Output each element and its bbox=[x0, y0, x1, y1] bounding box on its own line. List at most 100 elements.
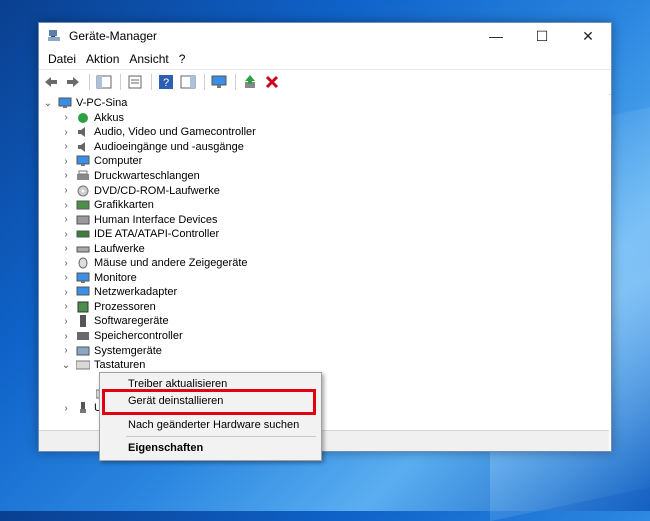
mouse-icon bbox=[76, 257, 90, 269]
tree-item-audioeingänge-und-ausgänge[interactable]: › Audioeingänge und -ausgänge bbox=[61, 140, 244, 155]
tree-item-systemgeräte[interactable]: › Systemgeräte bbox=[61, 343, 162, 358]
chevron-right-icon[interactable]: › bbox=[61, 111, 71, 125]
tree-item-human-interface-devices[interactable]: › Human Interface Devices bbox=[61, 212, 218, 227]
tree-root[interactable]: ⌄ V-PC-Sina bbox=[43, 96, 128, 111]
tree-item-grafikkarten[interactable]: › Grafikkarten bbox=[61, 198, 154, 213]
tree-item-monitore[interactable]: › Monitore bbox=[61, 271, 136, 286]
minimize-button[interactable]: — bbox=[473, 23, 519, 49]
tree-item-label: DVD/CD-ROM-Laufwerke bbox=[94, 184, 220, 197]
tree-item-label: Laufwerke bbox=[94, 242, 145, 255]
title-bar[interactable]: Geräte-Manager — ☐ ✕ bbox=[39, 23, 611, 49]
system-icon bbox=[76, 345, 90, 357]
chevron-right-icon[interactable]: › bbox=[61, 140, 71, 154]
context-menu: Treiber aktualisieren Gerät deinstallier… bbox=[99, 372, 322, 461]
storage-icon bbox=[76, 330, 90, 342]
drive-icon bbox=[76, 243, 90, 255]
tree-item-laufwerke[interactable]: › Laufwerke bbox=[61, 241, 145, 256]
chevron-right-icon[interactable]: › bbox=[61, 154, 71, 168]
window-title: Geräte-Manager bbox=[69, 29, 158, 43]
speaker-icon bbox=[76, 141, 90, 153]
tree-item-label: Prozessoren bbox=[94, 300, 156, 313]
tree-item-label: Computer bbox=[94, 155, 143, 168]
hid-icon bbox=[76, 214, 90, 226]
tree-item-tastaturen[interactable]: ⌄ Tastaturen bbox=[61, 358, 146, 373]
tree-item-audio-video-und-gamecontroller[interactable]: › Audio, Video und Gamecontroller bbox=[61, 125, 256, 140]
tree-item-ide-ata-atapi-controller[interactable]: › IDE ATA/ATAPI-Controller bbox=[61, 227, 219, 242]
computer-icon bbox=[58, 97, 72, 109]
properties-icon[interactable] bbox=[125, 72, 145, 92]
update-driver-icon[interactable] bbox=[240, 72, 260, 92]
uninstall-device-icon[interactable] bbox=[262, 72, 282, 92]
show-hide-console-tree-icon[interactable] bbox=[94, 72, 114, 92]
tree-item-softwaregeräte[interactable]: › Softwaregeräte bbox=[61, 314, 169, 329]
disc-icon bbox=[76, 185, 90, 197]
menu-item-label: Eigenschaften bbox=[128, 442, 204, 454]
chevron-right-icon[interactable]: › bbox=[61, 401, 71, 415]
tree-item-mäuse-und-andere-zeigegeräte[interactable]: › Mäuse und andere Zeigegeräte bbox=[61, 256, 248, 271]
chevron-right-icon[interactable]: › bbox=[61, 198, 71, 212]
highlight-box bbox=[102, 389, 316, 415]
tree-item-prozessoren[interactable]: › Prozessoren bbox=[61, 300, 156, 315]
tree-item-label: Speichercontroller bbox=[94, 330, 183, 342]
tree-item-akkus[interactable]: › Akkus bbox=[61, 111, 124, 126]
tree-item-label: Audioeingänge und -ausgänge bbox=[94, 140, 244, 153]
chevron-right-icon[interactable]: › bbox=[61, 300, 71, 314]
keyboard-icon bbox=[76, 359, 90, 371]
tree-item-label: Softwaregeräte bbox=[94, 315, 169, 328]
tree-item-label: IDE ATA/ATAPI-Controller bbox=[94, 228, 220, 241]
tree-item-label: Audio, Video und Gamecontroller bbox=[94, 126, 256, 139]
chevron-down-icon[interactable]: ⌄ bbox=[61, 358, 71, 372]
chevron-right-icon[interactable]: › bbox=[61, 271, 71, 285]
device-manager-app-icon bbox=[47, 29, 61, 43]
back-arrow-icon[interactable] bbox=[41, 72, 61, 92]
battery-icon bbox=[76, 112, 90, 124]
tree-item-speichercontroller[interactable]: › Speichercontroller bbox=[61, 329, 183, 344]
help-icon[interactable]: ? bbox=[156, 72, 176, 92]
menu-bar: Datei Aktion Ansicht ? bbox=[39, 49, 611, 69]
software-device-icon bbox=[76, 315, 90, 328]
usb-icon bbox=[76, 402, 90, 414]
display-adapter-icon bbox=[76, 199, 90, 211]
monitor-icon bbox=[76, 155, 90, 167]
tree-item-netzwerkadapter[interactable]: › Netzwerkadapter bbox=[61, 285, 177, 300]
toolbar: ? bbox=[39, 69, 611, 95]
chevron-right-icon[interactable]: › bbox=[61, 213, 71, 227]
chevron-right-icon[interactable]: › bbox=[61, 329, 71, 343]
chevron-right-icon[interactable]: › bbox=[61, 242, 71, 256]
chevron-right-icon[interactable]: › bbox=[61, 285, 71, 299]
menu-item-properties[interactable]: Eigenschaften bbox=[100, 439, 321, 457]
toolbar-separator bbox=[89, 74, 90, 90]
tree-item-computer[interactable]: › Computer bbox=[61, 154, 142, 169]
tree-item-dvd-cd-rom-laufwerke[interactable]: › DVD/CD-ROM-Laufwerke bbox=[61, 183, 220, 198]
tree-item-druckwarteschlangen[interactable]: › Druckwarteschlangen bbox=[61, 169, 199, 184]
tree-item-label: Human Interface Devices bbox=[94, 213, 218, 226]
chevron-right-icon[interactable]: › bbox=[61, 314, 71, 328]
tree-item-label: Systemgeräte bbox=[94, 344, 162, 357]
menu-help[interactable]: ? bbox=[174, 52, 191, 66]
menu-ansicht[interactable]: Ansicht bbox=[124, 52, 173, 66]
close-button[interactable]: ✕ bbox=[565, 23, 611, 49]
chevron-right-icon[interactable]: › bbox=[61, 169, 71, 183]
toolbar-separator bbox=[204, 74, 205, 90]
chevron-right-icon[interactable]: › bbox=[61, 256, 71, 270]
controller-icon bbox=[76, 228, 90, 240]
forward-arrow-icon[interactable] bbox=[63, 72, 83, 92]
menu-item-label: Nach geänderter Hardware suchen bbox=[128, 419, 300, 431]
tree-item-label: Akkus bbox=[94, 111, 124, 124]
menu-aktion[interactable]: Aktion bbox=[81, 52, 124, 66]
monitor-icon bbox=[76, 272, 90, 284]
chevron-right-icon[interactable]: › bbox=[61, 344, 71, 358]
scan-hardware-monitor-icon[interactable] bbox=[209, 72, 229, 92]
chevron-down-icon[interactable]: ⌄ bbox=[43, 96, 53, 110]
tree-item-label: Mäuse und andere Zeigegeräte bbox=[94, 257, 248, 270]
menu-datei[interactable]: Datei bbox=[43, 52, 81, 66]
action-pane-icon[interactable] bbox=[178, 72, 198, 92]
toolbar-separator bbox=[120, 74, 121, 90]
chevron-right-icon[interactable]: › bbox=[61, 184, 71, 198]
chevron-right-icon[interactable]: › bbox=[61, 227, 71, 241]
svg-text:?: ? bbox=[163, 77, 169, 89]
menu-item-scan-hardware[interactable]: Nach geänderter Hardware suchen bbox=[100, 416, 321, 434]
toolbar-separator bbox=[151, 74, 152, 90]
maximize-button[interactable]: ☐ bbox=[519, 23, 565, 49]
chevron-right-icon[interactable]: › bbox=[61, 125, 71, 139]
